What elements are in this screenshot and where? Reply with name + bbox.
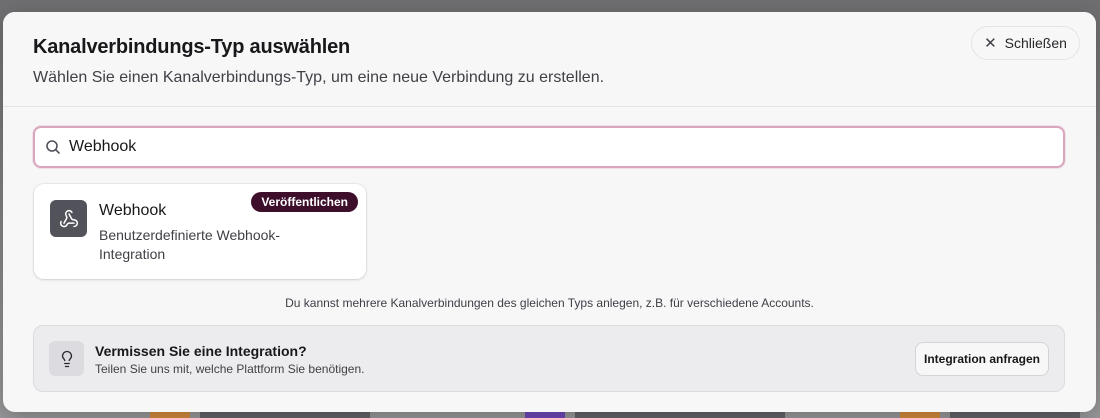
card-description: Benutzerdefinierte Webhook-Integration <box>99 227 281 262</box>
select-channel-type-dialog: Kanalverbindungs-Typ auswählen Wählen Si… <box>3 12 1096 412</box>
close-button-label: Schließen <box>1004 35 1067 51</box>
missing-integration-subtitle: Teilen Sie uns mit, welche Plattform Sie… <box>95 362 365 376</box>
lightbulb-icon <box>49 341 84 376</box>
dialog-title: Kanalverbindungs-Typ auswählen <box>33 36 351 58</box>
status-badge: Veröffentlichen <box>251 192 358 212</box>
dialog-subtitle: Wählen Sie einen Kanalverbindungs-Typ, u… <box>33 69 605 86</box>
close-icon: ✕ <box>984 34 997 52</box>
request-integration-button[interactable]: Integration anfragen <box>915 342 1049 376</box>
missing-integration-panel: Vermissen Sie eine Integration? Teilen S… <box>33 325 1065 392</box>
search-icon <box>45 139 61 155</box>
hint-text: Du kannst mehrere Kanalverbindungen des … <box>285 296 814 310</box>
search-field[interactable] <box>33 126 1065 168</box>
search-input[interactable] <box>69 128 1063 166</box>
integration-card-webhook[interactable]: Webhook Benutzerdefinierte Webhook-Integ… <box>34 184 366 279</box>
close-button[interactable]: ✕ Schließen <box>971 26 1080 60</box>
card-title: Webhook <box>99 202 167 219</box>
dialog-header: Kanalverbindungs-Typ auswählen Wählen Si… <box>3 12 1096 107</box>
webhook-icon <box>50 200 87 237</box>
missing-integration-title: Vermissen Sie eine Integration? <box>95 343 307 359</box>
